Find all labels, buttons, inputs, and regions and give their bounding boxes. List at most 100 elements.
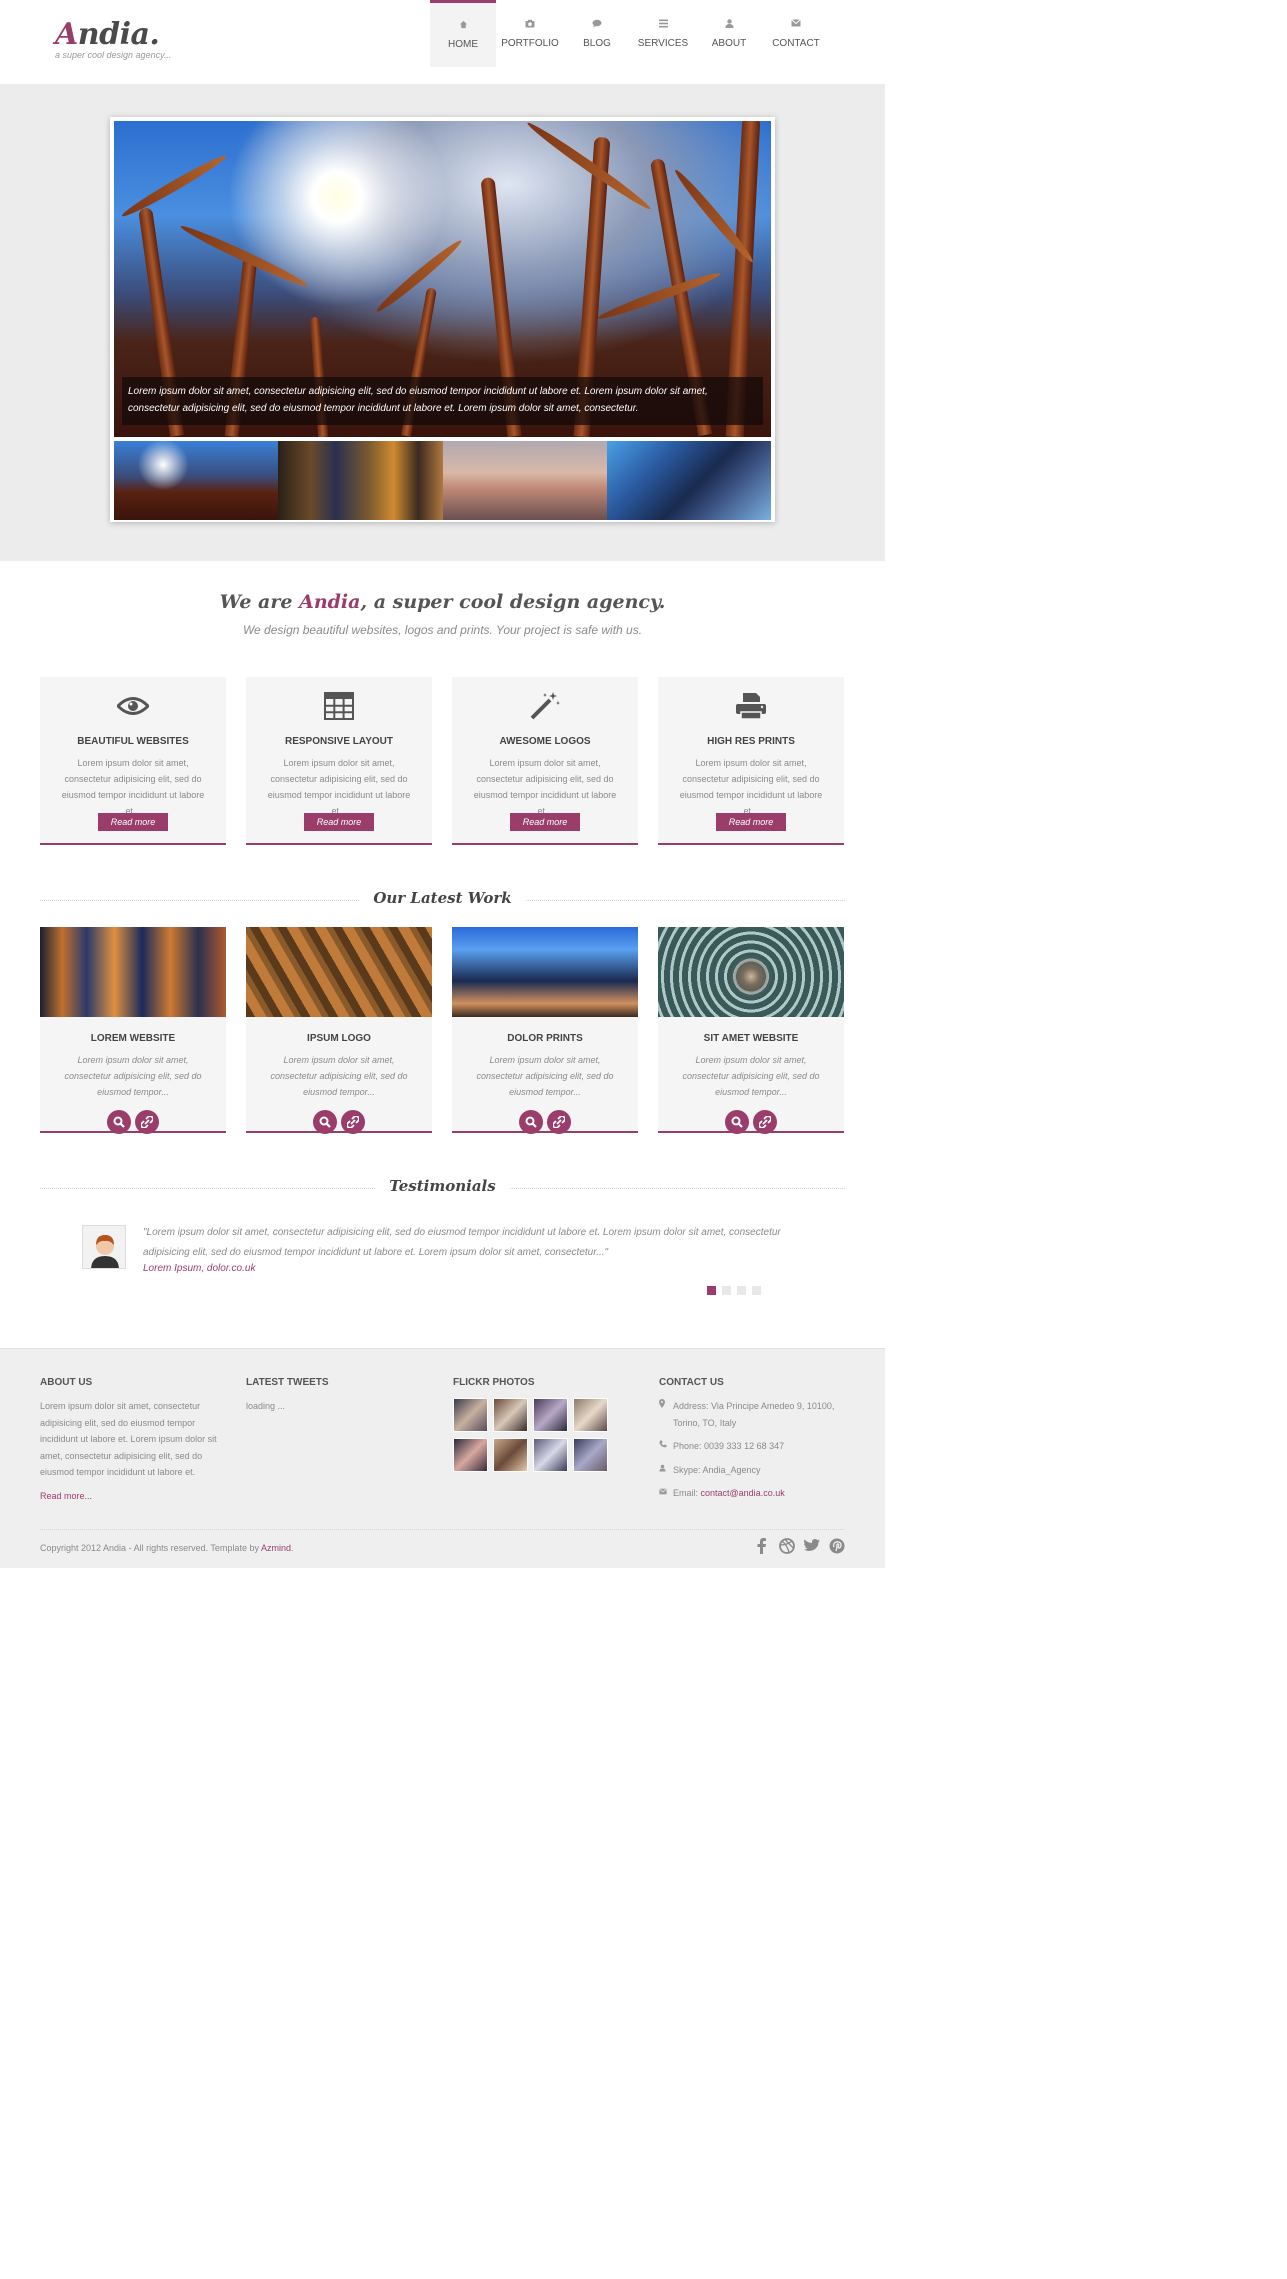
magnifier-icon [731, 1116, 743, 1128]
zoom-button[interactable] [725, 1110, 749, 1134]
logo[interactable]: Andia. a super cool design agency... [55, 17, 171, 60]
logo-initial: A [55, 17, 78, 52]
flickr-photo[interactable] [533, 1398, 568, 1432]
feature-title: HIGH RES PRINTS [707, 736, 795, 747]
feature-card: HIGH RES PRINTS Lorem ipsum dolor sit am… [658, 677, 844, 845]
contact-skype: Skype: Andia_Agency [659, 1462, 845, 1479]
site-footer: ABOUT US Lorem ipsum dolor sit amet, con… [0, 1348, 885, 1568]
intro-brand: Andia [299, 591, 361, 613]
copyright: Copyright 2012 Andia - All rights reserv… [40, 1543, 294, 1553]
twitter-icon[interactable] [803, 1537, 820, 1554]
list-icon [658, 19, 668, 29]
flickr-photo[interactable] [453, 1398, 488, 1432]
read-more-button[interactable]: Read more [304, 813, 374, 831]
feature-text: Lorem ipsum dolor sit amet, consectetur … [473, 758, 617, 816]
facebook-icon[interactable] [753, 1537, 770, 1554]
user-icon [725, 18, 734, 29]
nav-services[interactable]: SERVICES [630, 0, 696, 67]
read-more-button[interactable]: Read more [510, 813, 580, 831]
logo-rest: ndia. [77, 17, 160, 52]
main-nav: HOME PORTFOLIO BLOG SERVICES ABOUT CONTA… [430, 0, 830, 67]
printer-icon [658, 691, 844, 721]
footer-heading: ABOUT US [40, 1377, 93, 1388]
pager-dot[interactable] [722, 1286, 731, 1295]
grid-icon [246, 691, 432, 721]
email-link[interactable]: contact@andia.co.uk [701, 1488, 785, 1498]
thumbnail-corn-field[interactable] [114, 441, 279, 520]
work-item: IPSUM LOGO Lorem ipsum dolor sit amet, c… [246, 927, 432, 1134]
dribbble-icon[interactable] [778, 1537, 795, 1554]
contact-email: Email: contact@andia.co.uk [659, 1485, 845, 1502]
thumbnail-sunset-shore[interactable] [442, 441, 607, 520]
testimonial-quote: "Lorem ipsum dolor sit amet, consectetur… [143, 1227, 781, 1258]
pager-dot[interactable] [737, 1286, 746, 1295]
footer-contact: CONTACT US Address: Via Principe Amedeo … [659, 1377, 845, 1509]
work-title: LOREM WEBSITE [90, 1033, 176, 1044]
flickr-photo[interactable] [533, 1438, 568, 1472]
feature-text: Lorem ipsum dolor sit amet, consectetur … [267, 758, 411, 816]
flickr-photo[interactable] [573, 1398, 608, 1432]
testimonials-heading: Testimonials [40, 1163, 845, 1215]
tagline: a super cool design agency... [55, 50, 172, 60]
latest-work-row: LOREM WEBSITE Lorem ipsum dolor sit amet… [0, 927, 885, 1134]
slide-caption: Lorem ipsum dolor sit amet, consectetur … [122, 377, 763, 425]
nav-home[interactable]: HOME [430, 0, 496, 67]
work-image[interactable] [246, 927, 432, 1017]
nav-portfolio[interactable]: PORTFOLIO [496, 0, 564, 67]
magnifier-icon [319, 1116, 331, 1128]
nav-label: ABOUT [711, 37, 747, 49]
work-image[interactable] [658, 927, 844, 1017]
slider-band: Lorem ipsum dolor sit amet, consectetur … [0, 85, 885, 561]
template-author-link[interactable]: Azmind [261, 1543, 291, 1553]
link-button[interactable] [135, 1110, 159, 1134]
link-button[interactable] [547, 1110, 571, 1134]
zoom-button[interactable] [313, 1110, 337, 1134]
testimonial-author[interactable]: Lorem Ipsum, dolor.co.uk [143, 1263, 255, 1274]
work-text: Lorem ipsum dolor sit amet, consectetur … [64, 1055, 202, 1097]
magic-wand-icon [452, 691, 638, 721]
flickr-photo[interactable] [573, 1438, 608, 1472]
thumbnail-skyscrapers[interactable] [278, 441, 443, 520]
flickr-grid [453, 1398, 639, 1472]
nav-about[interactable]: ABOUT [696, 0, 762, 67]
link-button[interactable] [753, 1110, 777, 1134]
slide-image[interactable]: Lorem ipsum dolor sit amet, consectetur … [114, 121, 771, 437]
work-image[interactable] [40, 927, 226, 1017]
footer-read-more-link[interactable]: Read more... [40, 1491, 226, 1501]
intro-section: We are Andia, a super cool design agency… [0, 561, 885, 677]
nav-label: HOME [448, 39, 478, 50]
nav-contact[interactable]: CONTACT [762, 0, 830, 67]
eye-icon [40, 691, 226, 721]
work-item: SIT AMET WEBSITE Lorem ipsum dolor sit a… [658, 927, 844, 1134]
pinterest-icon[interactable] [828, 1537, 845, 1554]
feature-text: Lorem ipsum dolor sit amet, consectetur … [61, 758, 205, 816]
nav-blog[interactable]: BLOG [564, 0, 630, 67]
map-pin-icon [659, 1398, 665, 1415]
flickr-photo[interactable] [493, 1438, 528, 1472]
work-title: IPSUM LOGO [307, 1033, 371, 1044]
link-button[interactable] [341, 1110, 365, 1134]
mail-icon [791, 18, 801, 29]
link-icon [759, 1116, 771, 1128]
pager-dot[interactable] [752, 1286, 761, 1295]
read-more-button[interactable]: Read more [716, 813, 786, 831]
flickr-photo[interactable] [493, 1398, 528, 1432]
feature-title: AWESOME LOGOS [499, 736, 591, 747]
thumbnail-glass-building[interactable] [606, 441, 771, 520]
work-title: DOLOR PRINTS [507, 1033, 583, 1044]
read-more-button[interactable]: Read more [98, 813, 168, 831]
magnifier-icon [525, 1116, 537, 1128]
feature-title: BEAUTIFUL WEBSITES [77, 736, 189, 747]
contact-phone: Phone: 0039 333 12 68 347 [659, 1438, 845, 1455]
footer-tweets: LATEST TWEETS loading ... [246, 1377, 432, 1415]
pager-dot[interactable] [707, 1286, 716, 1295]
work-title: SIT AMET WEBSITE [703, 1033, 799, 1044]
site-header: Andia. a super cool design agency... HOM… [0, 0, 885, 85]
intro-title: We are Andia, a super cool design agency… [219, 591, 666, 613]
work-image[interactable] [452, 927, 638, 1017]
zoom-button[interactable] [519, 1110, 543, 1134]
zoom-button[interactable] [107, 1110, 131, 1134]
user-icon [659, 1462, 666, 1479]
phone-icon [659, 1438, 667, 1455]
flickr-photo[interactable] [453, 1438, 488, 1472]
